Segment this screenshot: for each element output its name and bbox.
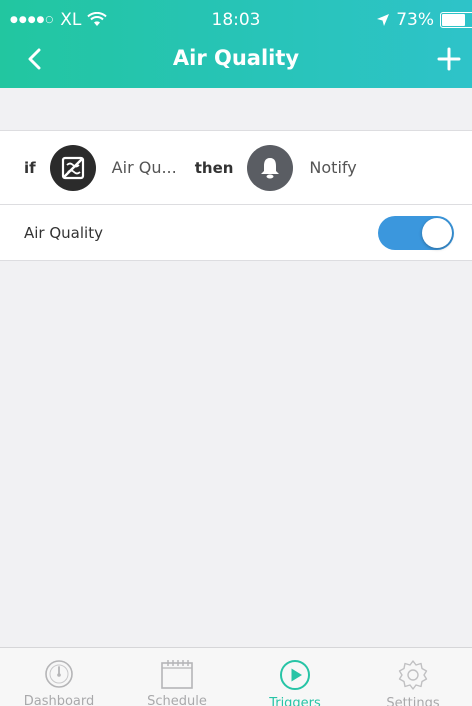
condition-text: Air Qu... xyxy=(111,158,177,177)
trigger-enabled-toggle[interactable] xyxy=(378,216,454,250)
plus-icon xyxy=(437,47,461,71)
tab-label: Triggers xyxy=(269,696,321,706)
tab-label: Settings xyxy=(386,696,440,706)
gear-icon xyxy=(395,658,431,692)
tab-dashboard[interactable]: Dashboard xyxy=(0,648,118,706)
trigger-toggle-row: Air Quality xyxy=(0,205,472,261)
battery-percentage: 73% xyxy=(396,10,434,30)
tab-triggers[interactable]: Triggers xyxy=(236,648,354,706)
add-button[interactable] xyxy=(432,42,466,76)
tab-label: Schedule xyxy=(147,694,207,706)
tab-schedule[interactable]: Schedule xyxy=(118,648,236,706)
action-text: Notify xyxy=(309,158,357,177)
then-keyword: then xyxy=(194,158,234,177)
battery-icon xyxy=(440,12,472,28)
tab-settings[interactable]: Settings xyxy=(354,648,472,706)
header-bar: ●●●●○ XL 18:03 73% Air Quality xyxy=(0,0,472,88)
tab-label: Dashboard xyxy=(23,694,95,706)
gauge-icon xyxy=(41,658,77,690)
if-keyword: if xyxy=(24,158,36,177)
toggle-knob xyxy=(422,218,452,248)
trigger-rule-row[interactable]: if Air Qu... then Notify xyxy=(0,130,472,205)
bell-icon xyxy=(247,144,294,191)
battery-level-fill xyxy=(442,14,465,26)
tab-bar: Dashboard Schedule Triggers Settings xyxy=(0,647,472,706)
location-arrow-icon xyxy=(377,14,390,26)
page-title: Air Quality xyxy=(172,46,300,70)
air-quality-icon xyxy=(49,144,96,191)
toggle-label: Air Quality xyxy=(24,223,103,242)
calendar-icon xyxy=(159,658,195,690)
status-bar: ●●●●○ XL 18:03 73% xyxy=(0,0,472,38)
play-circle-icon xyxy=(277,658,313,692)
